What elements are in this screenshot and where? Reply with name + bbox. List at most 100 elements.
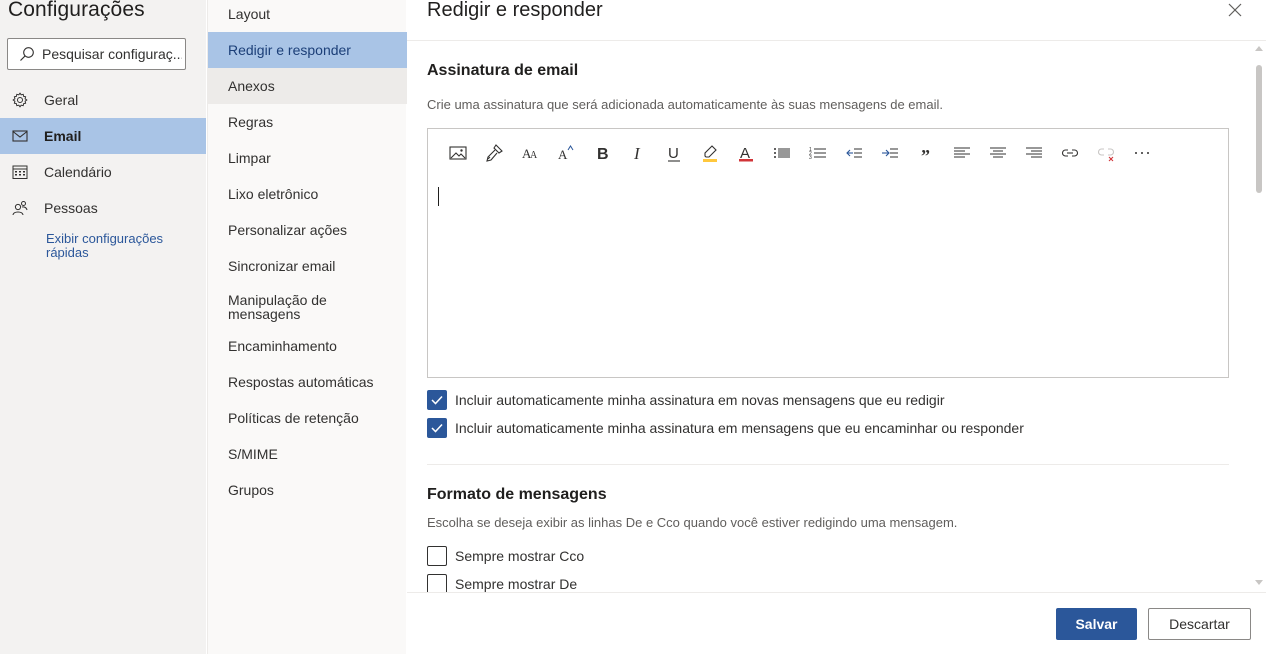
- svg-text:A: A: [558, 147, 568, 162]
- always-show-from-checkbox[interactable]: Sempre mostrar De: [427, 574, 577, 592]
- font-size-icon: AA: [522, 146, 538, 161]
- remove-link-icon: [1098, 148, 1114, 162]
- category-calendar[interactable]: Calendário: [0, 154, 206, 190]
- header-divider: [407, 40, 1266, 41]
- category-label: Pessoas: [44, 200, 98, 216]
- scroll-thumb[interactable]: [1256, 65, 1262, 193]
- subcategory-compose-reply[interactable]: Redigir e responder: [208, 32, 407, 68]
- settings-search-input[interactable]: [42, 46, 182, 62]
- vertical-scrollbar[interactable]: [1253, 44, 1265, 592]
- subcategory-junk[interactable]: Lixo eletrônico: [208, 176, 407, 212]
- svg-text:3: 3: [809, 155, 812, 161]
- quote-icon: ”: [921, 146, 930, 163]
- checkbox-label: Incluir automaticamente minha assinatura…: [455, 392, 945, 408]
- svg-text:I: I: [633, 144, 641, 163]
- decrease-indent-button[interactable]: [836, 139, 872, 167]
- font-color-button[interactable]: A: [728, 139, 764, 167]
- quote-button[interactable]: ”: [908, 139, 944, 167]
- category-people[interactable]: Pessoas: [0, 190, 206, 226]
- highlight-button[interactable]: [692, 139, 728, 167]
- subcategory-retention[interactable]: Políticas de retenção: [208, 400, 407, 436]
- settings-categories-pane: Configurações Geral Email Calendário Pes…: [0, 0, 206, 654]
- subcategory-attachments[interactable]: Anexos: [208, 68, 407, 104]
- email-subcategories-pane: Layout Redigir e responder Anexos Regras…: [207, 0, 407, 654]
- subcategory-rules[interactable]: Regras: [208, 104, 407, 140]
- align-center-icon: [990, 147, 1006, 158]
- underline-icon: U: [668, 145, 680, 162]
- italic-icon: I: [633, 144, 641, 163]
- category-label: Email: [44, 128, 82, 144]
- italic-button[interactable]: I: [620, 139, 656, 167]
- decrease-indent-icon: [846, 148, 862, 158]
- bullets-button[interactable]: [764, 139, 800, 167]
- category-label: Calendário: [44, 164, 112, 180]
- category-email[interactable]: Email: [0, 118, 206, 154]
- more-options-button[interactable]: [1124, 139, 1160, 167]
- align-left-icon: [954, 147, 970, 158]
- subcategory-forwarding[interactable]: Encaminhamento: [208, 328, 407, 364]
- grow-font-button[interactable]: A: [548, 139, 584, 167]
- include-signature-reply-checkbox[interactable]: Incluir automaticamente minha assinatura…: [427, 418, 1024, 438]
- subcategory-smime[interactable]: S/MIME: [208, 436, 407, 472]
- signature-heading: Assinatura de email: [427, 62, 579, 79]
- subcategory-customize-actions[interactable]: Personalizar ações: [208, 212, 407, 248]
- search-icon: [20, 47, 34, 61]
- insert-image-button[interactable]: [440, 139, 476, 167]
- subcategory-groups[interactable]: Grupos: [208, 472, 407, 508]
- mail-icon: [12, 130, 28, 142]
- numbering-button[interactable]: 123: [800, 139, 836, 167]
- scroll-up-arrow-icon[interactable]: [1255, 46, 1263, 51]
- align-left-button[interactable]: [944, 139, 980, 167]
- align-right-icon: [1026, 147, 1042, 158]
- signature-editor[interactable]: AA A B I U A 123 ”: [427, 128, 1229, 378]
- checkbox-checked[interactable]: [427, 418, 447, 438]
- svg-text:”: ”: [921, 146, 930, 163]
- bold-icon: B: [597, 146, 609, 163]
- discard-button[interactable]: Descartar: [1148, 608, 1251, 640]
- subcategory-auto-replies[interactable]: Respostas automáticas: [208, 364, 407, 400]
- checkbox-label: Sempre mostrar Cco: [455, 548, 585, 564]
- bullets-icon: [774, 148, 790, 158]
- svg-text:B: B: [597, 146, 609, 163]
- subcategory-message-handling[interactable]: Manipulação de mensagens: [208, 286, 348, 328]
- always-show-bcc-checkbox[interactable]: Sempre mostrar Cco: [427, 546, 584, 566]
- checkbox-unchecked[interactable]: [427, 546, 447, 566]
- format-painter-icon: [486, 144, 503, 162]
- align-right-button[interactable]: [1016, 139, 1052, 167]
- more-icon: [1135, 152, 1149, 154]
- people-icon: [12, 201, 28, 216]
- category-general[interactable]: Geral: [0, 82, 206, 118]
- image-icon: [449, 146, 467, 160]
- numbering-icon: 123: [809, 147, 826, 161]
- settings-search-box[interactable]: [7, 38, 186, 70]
- quick-settings-link[interactable]: Exibir configurações rápidas: [46, 232, 196, 260]
- highlight-icon: [703, 145, 717, 162]
- checkmark-icon: [431, 395, 443, 405]
- checkmark-icon: [431, 423, 443, 433]
- text-cursor: [438, 187, 439, 206]
- checkbox-unchecked[interactable]: [427, 574, 447, 592]
- save-button[interactable]: Salvar: [1056, 608, 1137, 640]
- link-icon: [1062, 149, 1078, 157]
- subcategory-sync-email[interactable]: Sincronizar email: [208, 248, 407, 284]
- font-size-button[interactable]: AA: [512, 139, 548, 167]
- svg-text:U: U: [668, 145, 679, 162]
- increase-indent-button[interactable]: [872, 139, 908, 167]
- close-icon[interactable]: [1225, 1, 1245, 21]
- format-painter-button[interactable]: [476, 139, 512, 167]
- message-format-description: Escolha se deseja exibir as linhas De e …: [427, 515, 958, 530]
- include-signature-new-checkbox[interactable]: Incluir automaticamente minha assinatura…: [427, 390, 945, 410]
- signature-description: Crie uma assinatura que será adicionada …: [427, 97, 943, 112]
- insert-link-button[interactable]: [1052, 139, 1088, 167]
- subcategory-sweep[interactable]: Limpar: [208, 140, 407, 176]
- scroll-down-arrow-icon[interactable]: [1255, 580, 1263, 585]
- remove-link-button[interactable]: [1088, 139, 1124, 167]
- subcategory-layout[interactable]: Layout: [208, 0, 407, 28]
- align-center-button[interactable]: [980, 139, 1016, 167]
- underline-button[interactable]: U: [656, 139, 692, 167]
- bold-button[interactable]: B: [584, 139, 620, 167]
- settings-title: Configurações: [8, 0, 145, 21]
- section-divider: [427, 464, 1229, 465]
- pane-title: Redigir e responder: [427, 0, 603, 21]
- checkbox-checked[interactable]: [427, 390, 447, 410]
